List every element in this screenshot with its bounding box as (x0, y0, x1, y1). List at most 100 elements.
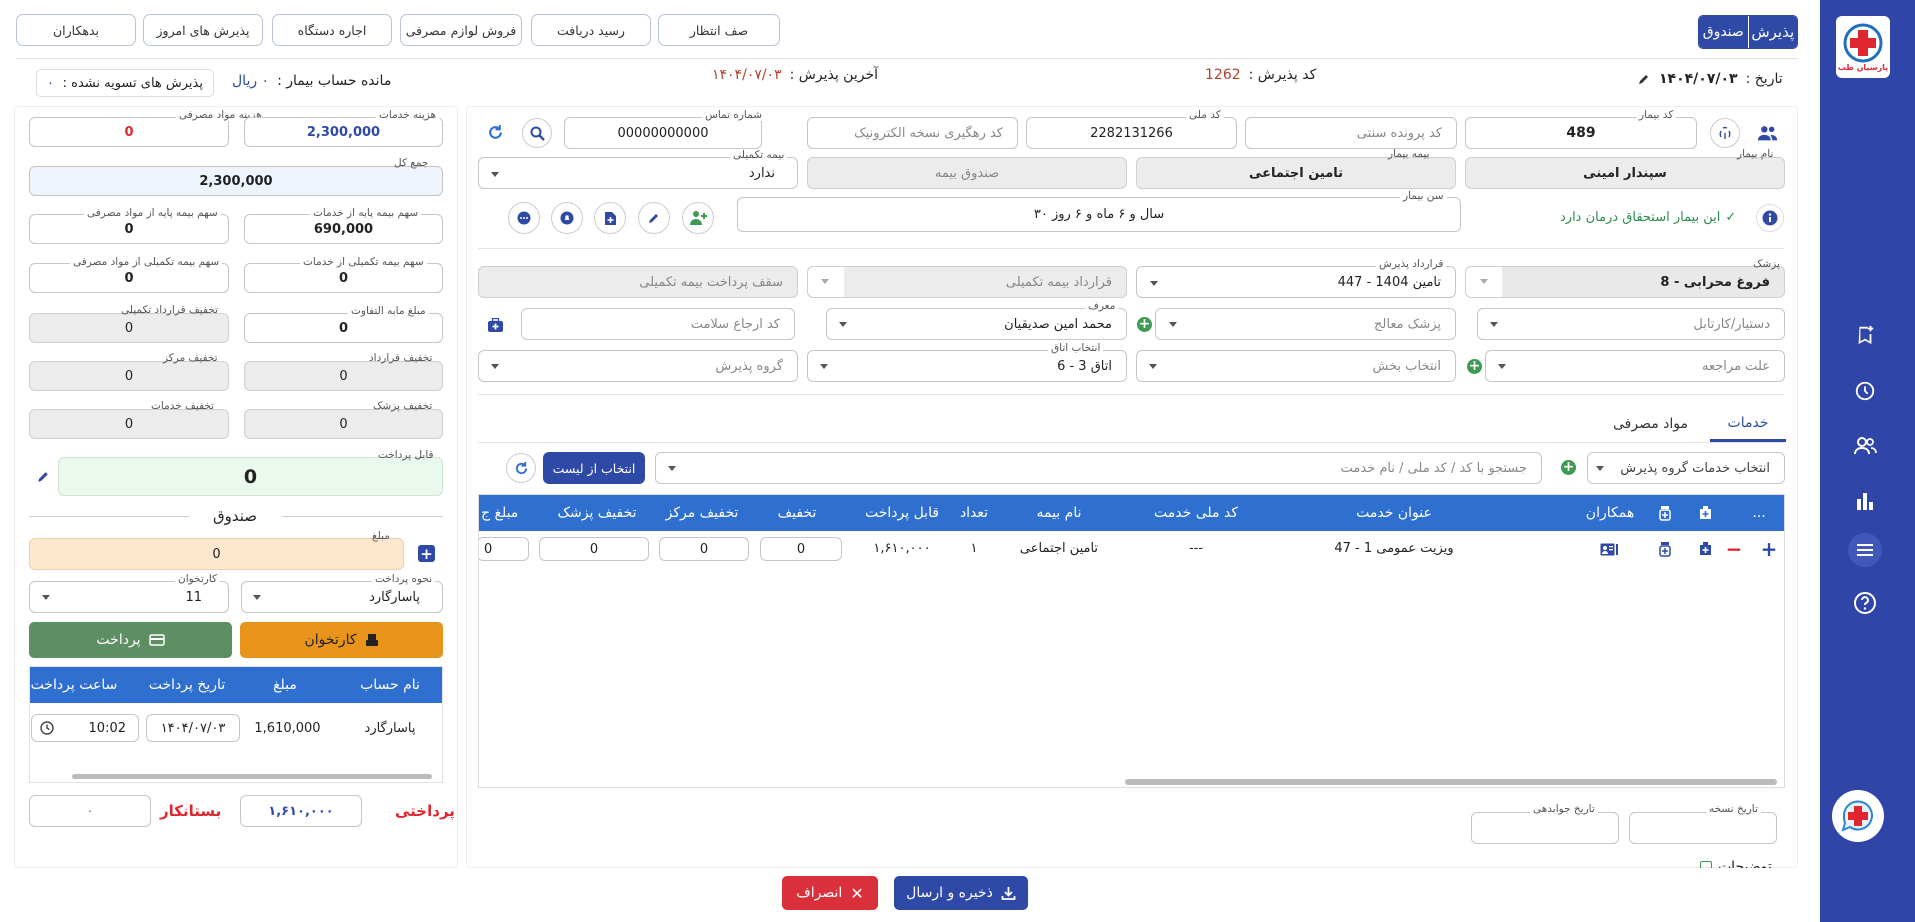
payments-scrollbar[interactable] (72, 774, 432, 779)
card-reader-select[interactable]: 11 (29, 581, 229, 613)
tab-admission[interactable]: پذیرش (1748, 16, 1797, 48)
row-center-discount-input[interactable]: 0 (659, 537, 749, 561)
traditional-file-field[interactable]: کد پرونده سنتی (1245, 117, 1457, 149)
more-button[interactable] (508, 202, 540, 234)
phone-field[interactable]: 00000000000 (564, 117, 762, 149)
alert-button[interactable] (551, 202, 583, 234)
refresh-patient-icon[interactable] (484, 121, 506, 143)
users-icon[interactable] (1852, 433, 1878, 459)
help-icon[interactable] (1852, 590, 1878, 616)
medical-kit-icon[interactable] (484, 316, 506, 334)
supplementary-insurance-select[interactable]: ندارد (478, 157, 798, 189)
payment-account-cell: پاسارگارد (364, 720, 416, 736)
row-medicine-icon[interactable] (1657, 540, 1673, 558)
fund-amount-value: 0 (212, 546, 221, 562)
receipt-button[interactable]: رسید دریافت (531, 14, 651, 46)
edit-payable-icon[interactable] (33, 466, 53, 486)
row-insurance: تامین اجتماعی (1019, 540, 1099, 556)
add-payment-icon[interactable]: + (418, 545, 435, 563)
info-icon[interactable] (1756, 204, 1784, 232)
service-group-caret-icon (1596, 466, 1604, 471)
referrer-select[interactable]: محمد امین صدیقیان (826, 308, 1127, 340)
add-companion-button[interactable] (682, 202, 714, 234)
payment-method-caret-icon (253, 595, 261, 600)
patient-group-icon[interactable] (1755, 121, 1781, 145)
treating-doctor-select[interactable]: پزشک معالج (1155, 308, 1456, 340)
row-amount-input[interactable]: 0 (479, 537, 529, 561)
tab-fund[interactable]: صندوق (1699, 16, 1749, 48)
department-select[interactable]: انتخاب بخش (1136, 350, 1456, 382)
row-doctor-discount-input[interactable]: 0 (539, 537, 649, 561)
prescription-date-field[interactable] (1629, 812, 1777, 844)
patient-code-field[interactable]: 489 (1465, 117, 1697, 149)
row-discount-input[interactable]: 0 (760, 537, 842, 561)
pay-button[interactable]: پرداخت (29, 622, 232, 658)
diff-amount-label: مبلغ مابه التفاوت (348, 305, 429, 317)
chart-icon[interactable] (1852, 488, 1878, 514)
doctor-discount-label: تخفیف پزشک (373, 400, 433, 412)
fund-amount-field[interactable]: 0 (29, 538, 404, 570)
patient-name-value: سپندار امینی (1583, 165, 1667, 181)
tab-consumables[interactable]: مواد مصرفی (1603, 406, 1698, 442)
device-rent-button[interactable]: اجاره دستگاه (272, 14, 392, 46)
referrer-label: معرف (1085, 300, 1119, 312)
consumables-sale-button[interactable]: فروش لوازم مصرفی (400, 14, 522, 46)
answer-date-field[interactable] (1471, 812, 1619, 844)
row-add-icon[interactable]: + (1760, 537, 1778, 561)
center-discount-value: 0 (124, 368, 134, 384)
save-send-button[interactable]: ذخیره و ارسال (894, 876, 1028, 910)
add-visit-reason-icon[interactable]: + (1467, 359, 1482, 374)
queue-button[interactable]: صف انتظار (658, 14, 780, 46)
chat-support-icon[interactable] (1832, 790, 1884, 842)
add-treating-doctor-icon[interactable]: + (1137, 317, 1152, 332)
cancel-button[interactable]: انصراف ✕ (782, 876, 878, 910)
assistant-select[interactable]: دستیار/کارتابل (1477, 308, 1785, 340)
menu-icon[interactable] (1848, 533, 1882, 567)
payment-time-field[interactable]: 10:02 (31, 714, 139, 742)
service-search-select[interactable]: جستجو با کد / کد ملی / نام خدمت (655, 452, 1542, 484)
sup-contract-select[interactable]: قرارداد بیمه تکمیلی (807, 266, 1127, 298)
last-admission-info: آخرین پذیرش : ۱۴۰۴/۰۷/۰۳ (712, 67, 878, 83)
insurance-fund-field: صندوق بیمه (807, 157, 1127, 189)
salamat-referral-field[interactable]: کد ارجاع سلامت (521, 308, 795, 340)
payment-date-field[interactable]: ۱۴۰۴/۰۷/۰۳ (146, 714, 240, 742)
bookmark-add-icon[interactable] (1852, 322, 1878, 348)
service-group-select[interactable]: انتخاب خدمات گروه پذیرش (1587, 452, 1785, 484)
header-insurance: نام بیمه (1036, 505, 1082, 521)
services-discount-value: 0 (124, 416, 134, 432)
row-colleagues-icon[interactable] (1599, 541, 1619, 557)
creditor-label: بستانکار (160, 802, 222, 820)
select-from-list-button[interactable]: انتخاب از لیست (543, 452, 645, 484)
search-patient-button[interactable] (522, 118, 552, 148)
refresh-services-button[interactable] (506, 453, 536, 483)
doctor-select[interactable]: 8 - فروغ محرابی (1465, 266, 1785, 298)
admission-group-select[interactable]: گروه پذیرش (478, 350, 798, 382)
tab-services[interactable]: خدمات (1710, 406, 1786, 442)
add-service-icon[interactable]: + (1561, 460, 1576, 475)
contract-select[interactable]: 447 - تامین 1404 (1136, 266, 1456, 298)
patient-name-label: نام بیمار (1737, 148, 1774, 160)
debtors-button[interactable]: بدهکاران (16, 14, 136, 46)
national-id-field[interactable]: 2282131266 (1026, 117, 1237, 149)
visit-reason-select[interactable]: علت مراجعه (1485, 350, 1785, 382)
services-scrollbar[interactable] (1125, 779, 1777, 785)
fingerprint-button[interactable] (1710, 118, 1740, 148)
contract-value: 447 - تامین 1404 (1337, 274, 1441, 290)
room-select[interactable]: 6 - اتاق 3 (807, 350, 1127, 382)
row-remove-icon[interactable]: − (1725, 537, 1743, 561)
unsettled-box[interactable]: پذیرش های تسویه نشده : ۰ (36, 69, 214, 97)
history-icon[interactable] (1852, 378, 1878, 404)
description-add-icon[interactable] (1700, 861, 1712, 868)
document-button[interactable] (594, 202, 626, 234)
card-reader-button[interactable]: کارتخوان (240, 622, 443, 658)
phone-label: شماره تماس (702, 109, 765, 121)
e-prescription-field[interactable]: کد رهگیری نسخه الکترونیک (807, 117, 1018, 149)
payment-method-select[interactable]: پاسارگارد (241, 581, 443, 613)
payment-amount-cell: 1,610,000 (254, 720, 321, 736)
admission-group-placeholder: گروه پذیرش (715, 358, 783, 374)
row-hospital-icon[interactable] (1697, 541, 1713, 557)
edit-date-icon[interactable] (1637, 72, 1651, 86)
payments-table: ساعت پرداخت تاریخ پرداخت مبلغ نام حساب 1… (29, 666, 443, 783)
today-admissions-button[interactable]: پذیرش های امروز (143, 14, 263, 46)
edit-patient-button[interactable] (638, 202, 670, 234)
